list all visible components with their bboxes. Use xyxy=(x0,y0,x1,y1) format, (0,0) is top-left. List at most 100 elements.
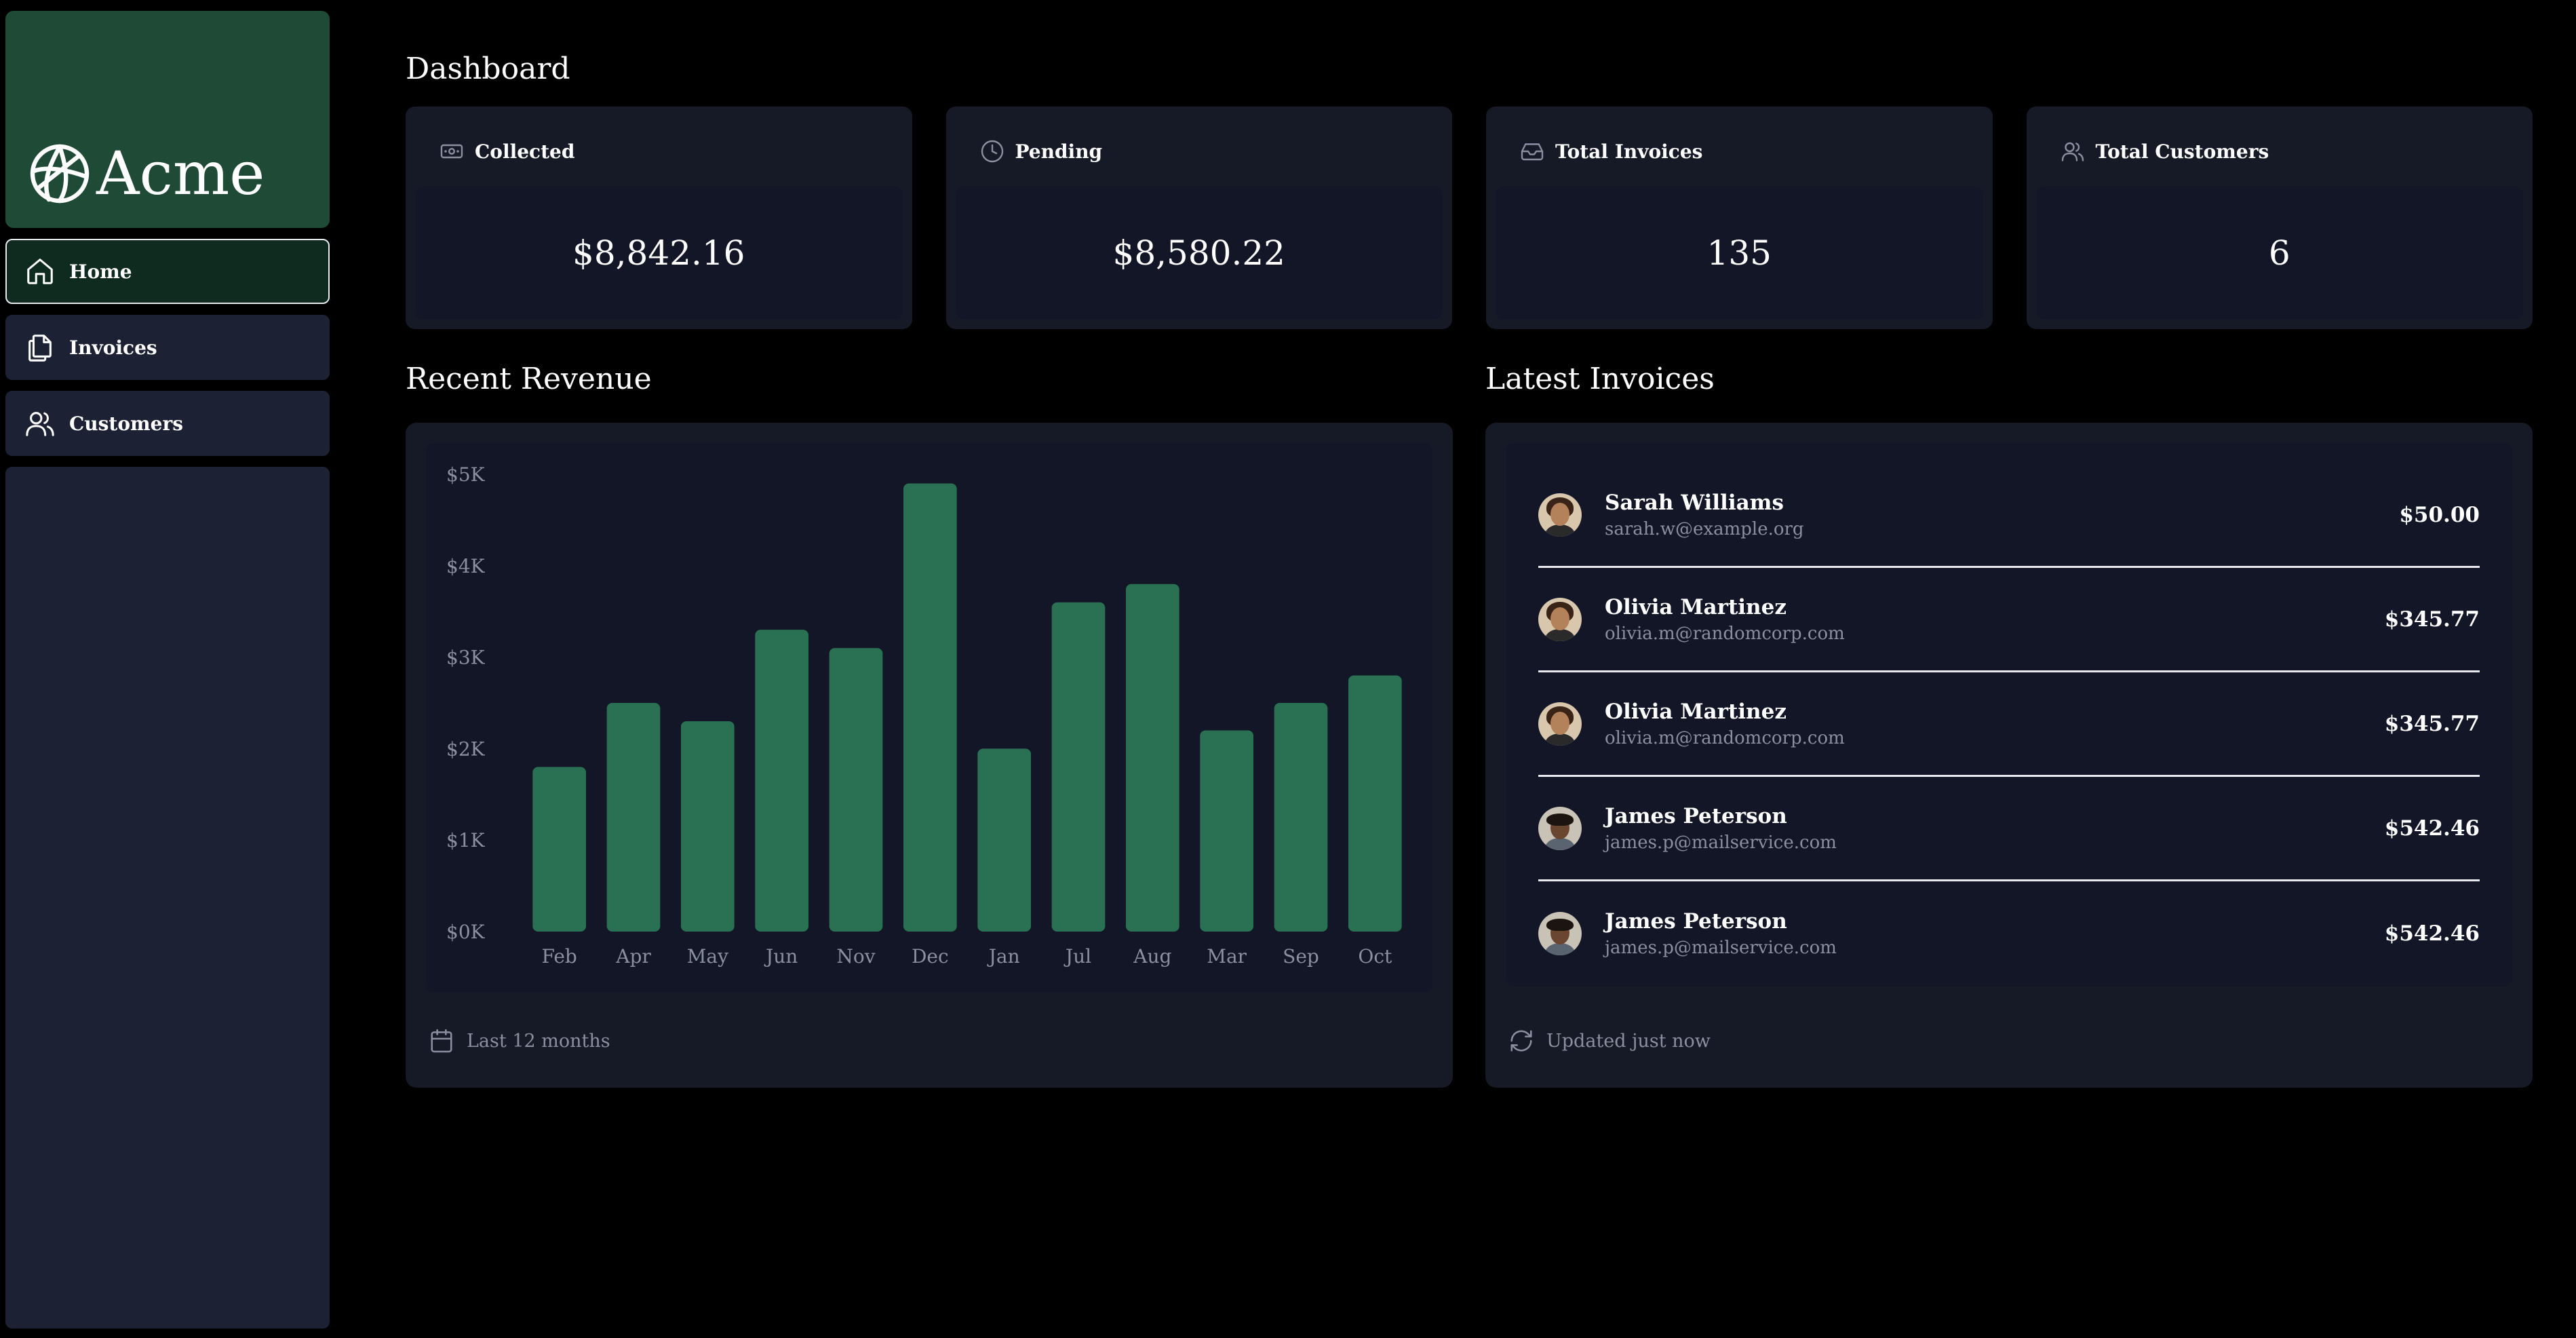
invoice-customer: James Peterson james.p@mailservice.com xyxy=(1605,909,2385,958)
customer-email: olivia.m@randomcorp.com xyxy=(1605,727,1845,748)
revenue-bar[interactable] xyxy=(532,767,587,932)
lower-section: Recent Revenue $0K $1K $2K $3K $4K $5K Feb Apr M… xyxy=(406,362,2533,1088)
card-header: Total Invoices xyxy=(1496,116,1983,187)
y-tick-label: $3K xyxy=(446,647,486,669)
summary-cards: Collected $8,842.16 Pending $8,580.22 To… xyxy=(406,107,2533,329)
main-content: Dashboard Collected $8,842.16 Pending $8… xyxy=(406,47,2533,1088)
y-tick-label: $1K xyxy=(446,829,486,852)
customer-name: James Peterson xyxy=(1605,909,1787,934)
x-tick-label: Sep xyxy=(1283,945,1319,968)
revenue-bar[interactable] xyxy=(1051,602,1106,932)
nav-item-customers[interactable]: Customers xyxy=(5,391,330,456)
nav-label-home: Home xyxy=(69,260,132,283)
avatar xyxy=(1538,912,1582,955)
nav-label-invoices: Invoices xyxy=(69,336,157,359)
x-tick-label: Aug xyxy=(1133,945,1171,968)
users-icon xyxy=(26,412,54,436)
avatar xyxy=(1538,493,1582,537)
invoice-row[interactable]: Sarah Williams sarah.w@example.org $50.0… xyxy=(1538,463,2480,568)
invoice-amount: $345.77 xyxy=(2384,607,2480,632)
revenue-bar[interactable] xyxy=(1200,730,1254,932)
banknote-icon xyxy=(440,144,463,159)
card-total-invoices: Total Invoices 135 xyxy=(1486,107,1993,329)
chart-canvas: $0K $1K $2K $3K $4K $5K Feb Apr May Jun Nov Dec Jan J… xyxy=(446,463,1402,968)
latest-invoices-footer-text: Updated just now xyxy=(1546,1030,1711,1052)
calendar-icon xyxy=(431,1029,452,1053)
brand-name: Acme xyxy=(96,138,265,208)
invoice-row[interactable]: Olivia Martinez olivia.m@randomcorp.com … xyxy=(1538,672,2480,777)
x-tick-label: Mar xyxy=(1207,945,1247,968)
card-label: Collected xyxy=(475,140,575,163)
y-tick-label: $0K xyxy=(446,921,486,943)
customer-email: james.p@mailservice.com xyxy=(1605,938,1837,958)
refresh-icon xyxy=(1510,1030,1532,1052)
nav-label-customers: Customers xyxy=(69,412,183,435)
revenue-chart: $0K $1K $2K $3K $4K $5K Feb Apr May Jun Nov Dec Jan J… xyxy=(426,443,1432,993)
customer-email: olivia.m@randomcorp.com xyxy=(1605,623,1845,644)
card-collected: Collected $8,842.16 xyxy=(406,107,912,329)
x-tick-label: Jul xyxy=(1063,945,1091,968)
x-tick-label: Oct xyxy=(1358,945,1392,968)
card-value: $8,580.22 xyxy=(955,187,1443,320)
customer-name: Olivia Martinez xyxy=(1605,699,1787,724)
card-label: Total Customers xyxy=(2095,140,2269,163)
x-tick-label: Apr xyxy=(615,945,651,968)
x-tick-label: Jan xyxy=(987,945,1020,968)
x-tick-label: Dec xyxy=(912,945,949,968)
documents-icon xyxy=(28,334,52,362)
avatar xyxy=(1538,597,1582,641)
revenue-footer-text: Last 12 months xyxy=(467,1030,610,1052)
invoice-customer: James Peterson james.p@mailservice.com xyxy=(1605,804,2385,853)
y-tick-label: $2K xyxy=(446,738,486,760)
revenue-panel: $0K $1K $2K $3K $4K $5K Feb Apr May Jun Nov Dec Jan J… xyxy=(406,423,1453,1088)
revenue-bar[interactable] xyxy=(680,721,735,932)
clock-icon xyxy=(981,140,1003,163)
brand-panel[interactable]: Acme xyxy=(5,11,330,228)
invoice-amount: $345.77 xyxy=(2384,711,2480,736)
revenue-footer: Last 12 months xyxy=(429,1028,610,1054)
revenue-bar[interactable] xyxy=(606,703,661,932)
card-pending: Pending $8,580.22 xyxy=(945,107,1452,329)
card-label: Pending xyxy=(1015,140,1103,163)
invoices-column: Latest Invoices Sarah Williams sarah.w@e… xyxy=(1485,362,2533,1088)
invoice-row[interactable]: James Peterson james.p@mailservice.com $… xyxy=(1538,777,2480,881)
invoice-row[interactable]: Olivia Martinez olivia.m@randomcorp.com … xyxy=(1538,568,2480,672)
revenue-bar[interactable] xyxy=(829,648,883,932)
revenue-bar[interactable] xyxy=(1274,703,1328,932)
revenue-bar[interactable] xyxy=(1348,675,1402,932)
x-tick-label: Feb xyxy=(541,945,577,968)
x-tick-label: May xyxy=(687,945,728,968)
revenue-bar[interactable] xyxy=(977,748,1032,932)
invoice-list: Sarah Williams sarah.w@example.org $50.0… xyxy=(1506,443,2512,986)
users-icon xyxy=(2061,142,2084,161)
card-value: $8,842.16 xyxy=(415,187,903,320)
globe-icon xyxy=(30,144,90,204)
x-tick-label: Jun xyxy=(764,945,798,968)
customer-name: Sarah Williams xyxy=(1605,490,1784,515)
latest-invoices-footer: Updated just now xyxy=(1508,1028,1711,1054)
latest-invoices-panel: Sarah Williams sarah.w@example.org $50.0… xyxy=(1485,423,2533,1088)
customer-name: Olivia Martinez xyxy=(1605,594,1787,619)
customer-name: James Peterson xyxy=(1605,803,1787,828)
revenue-bar[interactable] xyxy=(903,483,957,932)
invoice-row[interactable]: James Peterson james.p@mailservice.com $… xyxy=(1538,881,2480,986)
card-value: 6 xyxy=(2035,187,2523,320)
inbox-icon xyxy=(1521,143,1544,161)
revenue-column: Recent Revenue $0K $1K $2K $3K $4K $5K Feb Apr M… xyxy=(406,362,1453,1088)
invoice-customer: Olivia Martinez olivia.m@randomcorp.com xyxy=(1605,700,2385,748)
invoice-amount: $542.46 xyxy=(2384,921,2480,946)
brand-logo: Acme xyxy=(27,141,265,206)
revenue-bar[interactable] xyxy=(755,630,809,932)
latest-invoices-title: Latest Invoices xyxy=(1485,362,1715,396)
revenue-bar[interactable] xyxy=(1125,584,1179,932)
invoice-customer: Sarah Williams sarah.w@example.org xyxy=(1605,491,2399,539)
card-label: Total Invoices xyxy=(1555,140,1703,163)
nav-item-invoices[interactable]: Invoices xyxy=(5,315,330,380)
card-header: Total Customers xyxy=(2036,116,2524,187)
invoice-amount: $542.46 xyxy=(2384,816,2480,841)
card-total-customers: Total Customers 6 xyxy=(2026,107,2533,329)
revenue-title: Recent Revenue xyxy=(406,362,652,396)
nav-item-home[interactable]: Home xyxy=(5,239,330,304)
customer-email: sarah.w@example.org xyxy=(1605,518,1804,539)
invoice-customer: Olivia Martinez olivia.m@randomcorp.com xyxy=(1605,595,2385,644)
